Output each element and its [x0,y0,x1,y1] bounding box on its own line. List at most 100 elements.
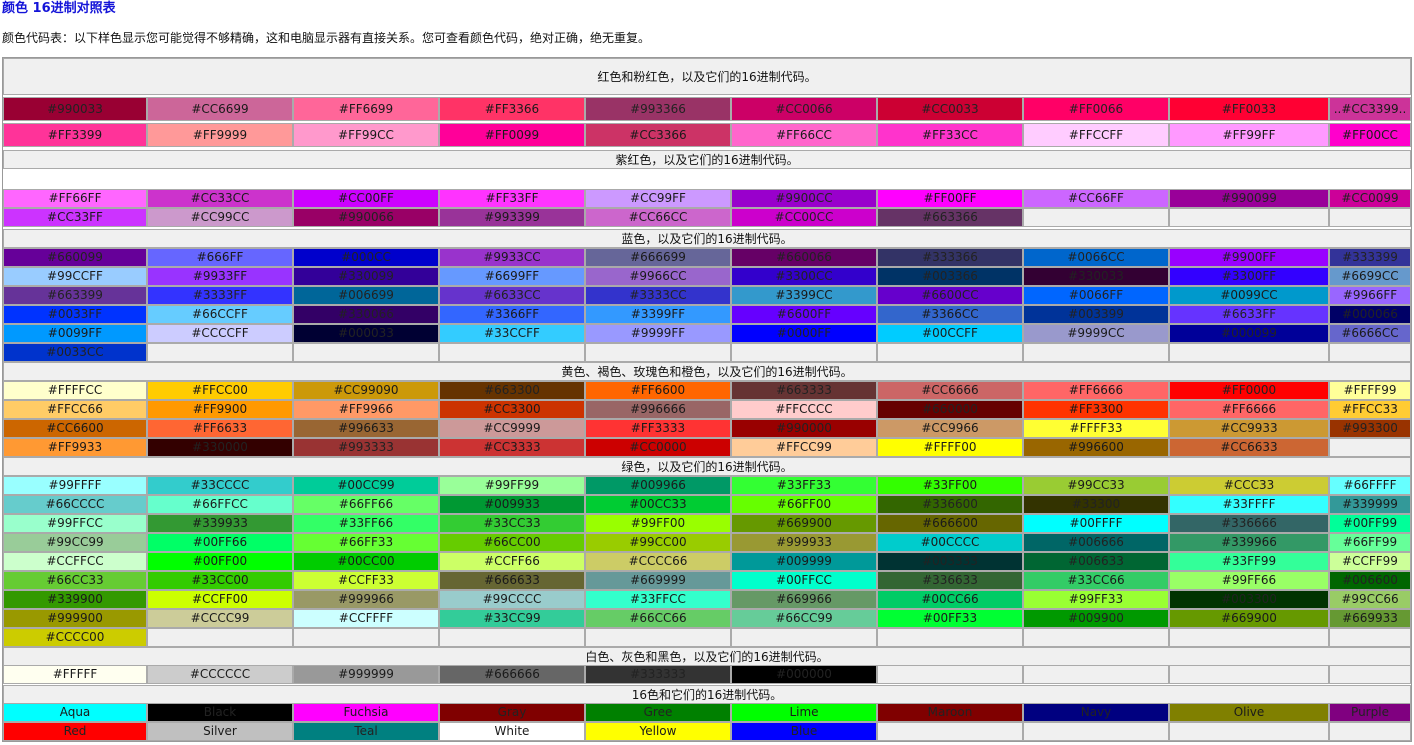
color-swatch: Red [3,722,147,741]
empty-cell [585,628,731,647]
color-swatch: Gray [439,703,585,722]
color-swatch: #9999FF [585,324,731,343]
color-swatch: #CC99CC [147,208,293,227]
color-swatch: Silver [147,722,293,741]
color-swatch: Aqua [3,703,147,722]
color-swatch: #66CC99 [731,609,877,628]
color-swatch: #0066FF [1023,286,1169,305]
color-swatch: #663399 [3,286,147,305]
color-swatch: #003399 [1023,305,1169,324]
color-swatch: Olive [1169,703,1329,722]
section-heading: 蓝色，以及它们的16进制代码。 [3,229,1411,248]
empty-cell [293,628,439,647]
color-swatch: #990033 [3,97,147,121]
color-swatch: #999966 [293,590,439,609]
color-swatch: #66FFCC [147,495,293,514]
color-swatch: #999933 [731,533,877,552]
color-swatch: #000066 [1329,305,1411,324]
color-swatch: #336600 [877,495,1023,514]
color-swatch: #FF66FF [3,189,147,208]
color-swatch: #66FF00 [731,495,877,514]
color-swatch: #33CC33 [439,514,585,533]
color-swatch: #00CC00 [293,552,439,571]
color-swatch: ..#CC3399.. [1329,97,1411,121]
color-swatch: #006699 [293,286,439,305]
color-swatch: #CC0099 [1329,189,1411,208]
color-swatch: #3399CC [731,286,877,305]
color-swatch: #00CCFF [877,324,1023,343]
color-swatch: #99FF66 [1169,571,1329,590]
color-swatch: #FFCC66 [3,400,147,419]
intro-text: 颜色代码表：以下样色显示您可能觉得不够精确，这和电脑显示器有直接关系。您可查看颜… [2,31,651,45]
color-swatch: #FF3399 [3,123,147,147]
color-swatch: #000099 [1169,324,1329,343]
color-swatch: #CC6600 [3,419,147,438]
color-swatch: #333399 [1329,248,1411,267]
color-swatch: #666699 [585,248,731,267]
color-swatch: #FF6666 [1169,400,1329,419]
color-swatch: #996633 [293,419,439,438]
color-swatch: #66CCCC [3,495,147,514]
empty-cell [1329,628,1411,647]
color-swatch: #66CCFF [147,305,293,324]
color-swatch: #0000FF [731,324,877,343]
color-swatch: #00CC33 [585,495,731,514]
color-swatch: #996666 [585,400,731,419]
empty-cell [1329,343,1411,362]
section-heading: 绿色，以及它们的16进制代码。 [3,457,1411,476]
color-swatch: #CC00CC [731,208,877,227]
color-swatch: #00FF33 [877,609,1023,628]
color-swatch: #FF33CC [877,123,1023,147]
color-swatch: #006633 [1023,552,1169,571]
color-swatch: #FF0000 [1169,381,1329,400]
color-swatch: #33CCCC [147,476,293,495]
color-swatch: #66FF33 [293,533,439,552]
color-table: 红色和粉红色，以及它们的16进制代码。 #990033 #CC6699 #FF6699… [2,57,1412,742]
color-swatch: #CC3300 [439,400,585,419]
empty-cell [1023,722,1169,741]
color-swatch: #3333FF [147,286,293,305]
empty-cell [877,665,1023,684]
color-swatch: Teal [293,722,439,741]
color-swatch: #9900FF [1169,248,1329,267]
color-swatch: #00FF66 [147,533,293,552]
color-swatch: #99FFCC [3,514,147,533]
color-swatch: #CCC33 [1169,476,1329,495]
color-swatch: #669966 [731,590,877,609]
color-swatch: #FFCC00 [147,381,293,400]
empty-cell [147,628,293,647]
empty-cell [439,628,585,647]
color-swatch: #CCCC99 [147,609,293,628]
color-swatch: #CC0033 [877,97,1023,121]
color-swatch: #993366 [585,97,731,121]
color-swatch: Maroon [877,703,1023,722]
color-swatch: #33FF99 [1169,552,1329,571]
color-swatch: #FF6666 [1023,381,1169,400]
color-swatch: #9966FF [1329,286,1411,305]
color-swatch: #CCCC66 [585,552,731,571]
empty-cell [877,722,1023,741]
empty-cell [1023,665,1169,684]
section-heading: 紫红色，以及它们的16进制代码。 [3,150,1411,169]
color-swatch: #FF99FF [1169,123,1329,147]
empty-cell [1023,208,1169,227]
color-swatch: #990066 [293,208,439,227]
color-swatch: #3333CC [585,286,731,305]
color-swatch: #FF6633 [147,419,293,438]
color-swatch: #333366 [877,248,1023,267]
color-swatch: #996600 [1023,438,1169,457]
color-swatch: Purple [1329,703,1411,722]
empty-cell [1169,343,1329,362]
color-swatch: #330000 [147,438,293,457]
color-swatch: #990099 [1169,189,1329,208]
color-swatch: #CC66FF [1023,189,1169,208]
color-swatch: #66CC33 [3,571,147,590]
empty-cell [877,628,1023,647]
color-swatch: #00CC99 [293,476,439,495]
color-swatch: #FF6600 [585,381,731,400]
color-swatch: #FF66CC [731,123,877,147]
color-swatch: #99FF99 [439,476,585,495]
color-swatch: #CC9933 [1169,419,1329,438]
color-swatch: #FF9999 [147,123,293,147]
color-swatch: #99CCCC [439,590,585,609]
